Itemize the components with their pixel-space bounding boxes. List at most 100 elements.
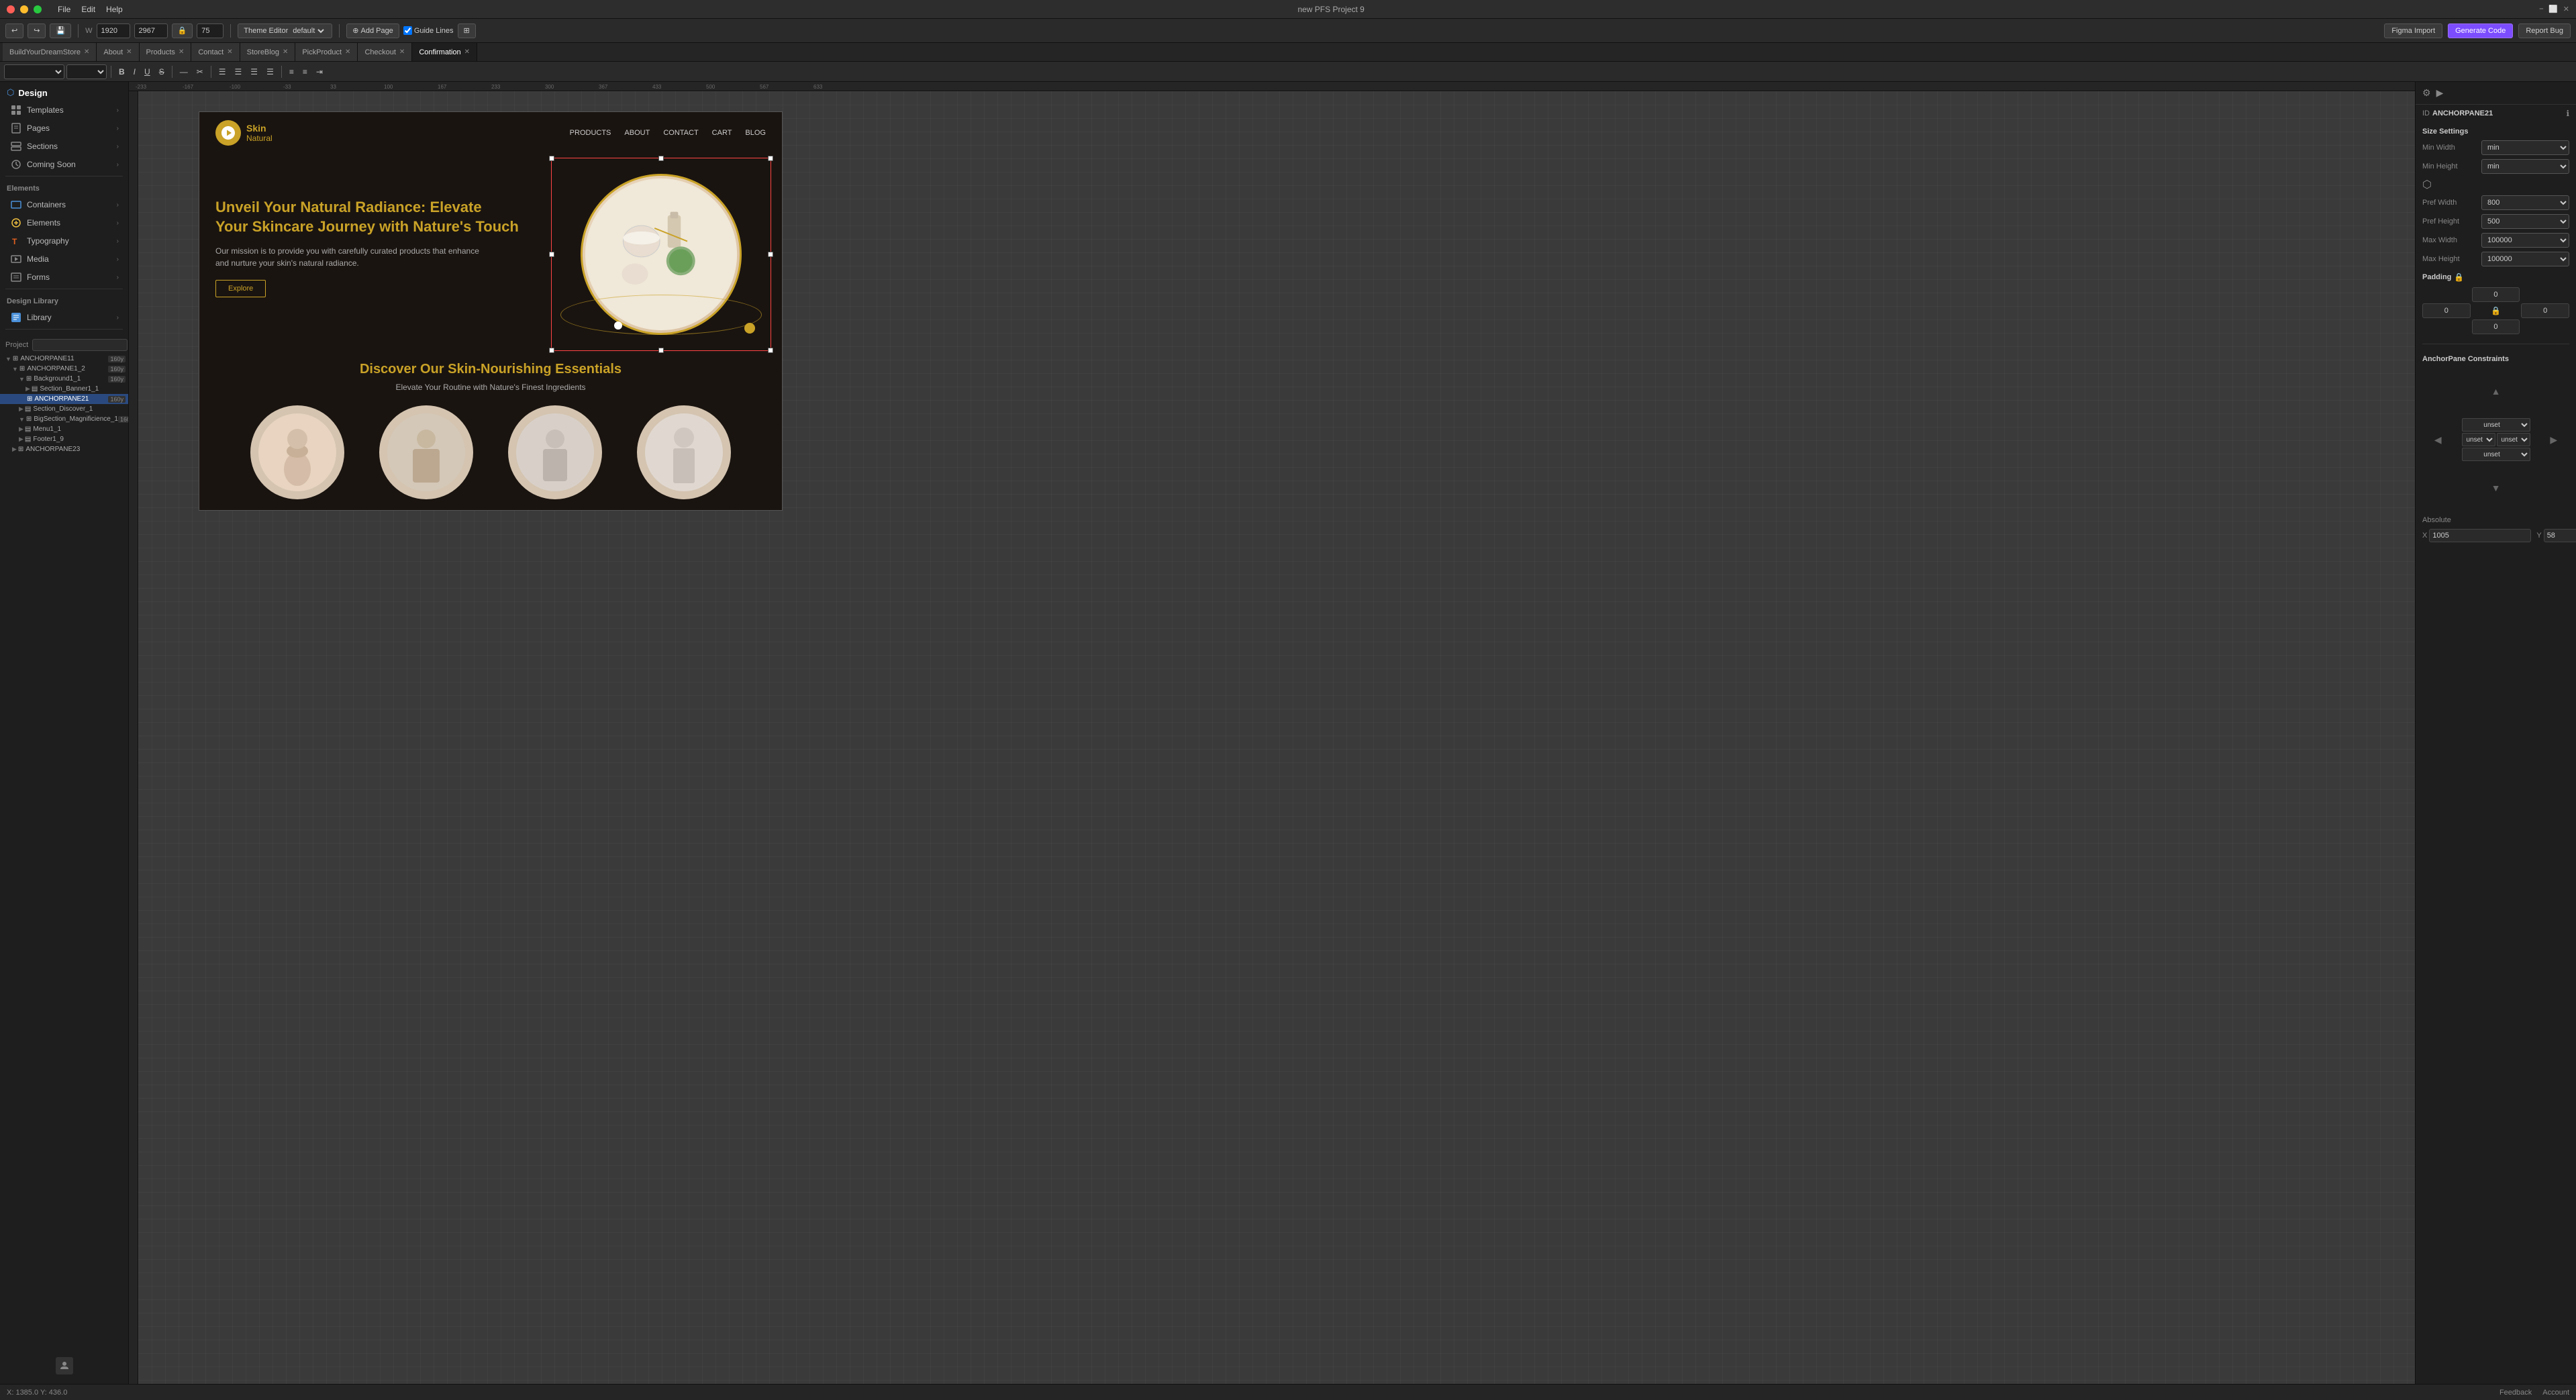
- guide-lines-checkbox[interactable]: [403, 26, 412, 35]
- sidebar-item-media[interactable]: Media ›: [3, 250, 126, 268]
- canvas-area[interactable]: -233 -167 -100 -33 33 100 167 233 300 36…: [129, 82, 2415, 1384]
- constraint-right-arrow[interactable]: ▶: [2534, 417, 2574, 462]
- tab-close-products[interactable]: ✕: [179, 48, 184, 56]
- min-width-select[interactable]: min fixed stretch: [2481, 140, 2569, 155]
- close-button[interactable]: [7, 5, 15, 13]
- minimize-button[interactable]: [20, 5, 28, 13]
- tab-close-storeblog[interactable]: ✕: [283, 48, 288, 56]
- explore-button[interactable]: Explore: [215, 280, 266, 297]
- handle-tr[interactable]: [768, 156, 773, 161]
- dash-button[interactable]: —: [177, 64, 191, 79]
- add-page-button[interactable]: ⊕ Add Page: [346, 23, 399, 38]
- sidebar-item-elements[interactable]: Elements ›: [3, 214, 126, 232]
- tree-item-menu1[interactable]: ▶ ▤ Menu1_1: [0, 424, 128, 434]
- abs-y-input[interactable]: [2544, 529, 2576, 542]
- align-left-button[interactable]: ☰: [215, 64, 230, 79]
- tree-item-anchor11[interactable]: ▼ ⊞ ANCHORPANE11 160y: [0, 354, 128, 364]
- constraint-left-select[interactable]: unset: [2462, 433, 2495, 446]
- info-icon[interactable]: ℹ: [2566, 109, 2569, 118]
- account-link[interactable]: Account: [2542, 1389, 2569, 1397]
- feedback-link[interactable]: Feedback: [2499, 1389, 2532, 1397]
- padding-top-input[interactable]: [2472, 287, 2520, 302]
- tree-item-bg1[interactable]: ▼ ⊞ Background1_1 160y: [0, 374, 128, 384]
- tab-close-confirmation[interactable]: ✕: [464, 48, 470, 56]
- sidebar-item-sections[interactable]: Sections ›: [3, 138, 126, 155]
- figma-import-button[interactable]: Figma Import: [2384, 23, 2442, 38]
- menu-edit[interactable]: Edit: [81, 5, 95, 14]
- menu-file[interactable]: File: [58, 5, 70, 14]
- tab-checkout[interactable]: Checkout ✕: [358, 43, 412, 62]
- handle-tl[interactable]: [549, 156, 554, 161]
- tab-storeblog[interactable]: StoreBlog ✕: [240, 43, 296, 62]
- tab-build-dream[interactable]: BuildYourDreamStore ✕: [3, 43, 97, 62]
- tab-contact[interactable]: Contact ✕: [191, 43, 240, 62]
- lock-ratio-button[interactable]: 🔒: [172, 23, 193, 38]
- handle-tm[interactable]: [658, 156, 664, 161]
- sidebar-item-pages[interactable]: Pages ›: [3, 119, 126, 137]
- panel-icon-settings[interactable]: ⚙: [2422, 87, 2431, 99]
- constraint-bottom-select[interactable]: unset 0: [2462, 448, 2530, 461]
- tree-item-sec-discover[interactable]: ▶ ▤ Section_Discover_1: [0, 404, 128, 414]
- generate-code-button[interactable]: Generate Code: [2448, 23, 2513, 38]
- sidebar-item-typography[interactable]: T Typography ›: [3, 232, 126, 250]
- tab-pickproduct[interactable]: PickProduct ✕: [295, 43, 358, 62]
- constraint-right-select[interactable]: unset: [2497, 433, 2530, 446]
- tree-item-anchor21[interactable]: ⊞ ANCHORPANE21 160y: [0, 394, 128, 404]
- height-input[interactable]: [134, 23, 168, 38]
- project-search[interactable]: [32, 339, 128, 351]
- pref-width-select[interactable]: 800: [2481, 195, 2569, 210]
- zoom-input[interactable]: [197, 23, 224, 38]
- constraint-left-arrow[interactable]: ◀: [2418, 417, 2458, 462]
- sidebar-item-coming-soon[interactable]: Coming Soon ›: [3, 156, 126, 173]
- handle-mr[interactable]: [768, 252, 773, 257]
- canvas-content[interactable]: Skin Natural PRODUCTS ABOUT CONTACT CART…: [138, 91, 2415, 1384]
- tab-close-build[interactable]: ✕: [84, 48, 89, 56]
- guide-lines-toggle[interactable]: Guide Lines: [403, 26, 454, 35]
- save-button[interactable]: 💾: [50, 23, 71, 38]
- cut-button[interactable]: ✂: [193, 64, 207, 79]
- sidebar-item-containers[interactable]: Containers ›: [3, 196, 126, 213]
- theme-select[interactable]: default: [290, 26, 326, 36]
- user-icon[interactable]: [56, 1357, 73, 1374]
- indent-button[interactable]: ⇥: [313, 64, 326, 79]
- constraint-top-select[interactable]: unset 0: [2462, 418, 2530, 432]
- tree-item-sec-banner[interactable]: ▶ ▤ Section_Banner1_1: [0, 384, 128, 394]
- maximize-button[interactable]: [34, 5, 42, 13]
- font-family-select[interactable]: [4, 64, 64, 79]
- menu-help[interactable]: Help: [106, 5, 123, 14]
- redo-button[interactable]: ↪: [28, 23, 46, 38]
- padding-left-input[interactable]: [2422, 303, 2471, 318]
- strikethrough-button[interactable]: S: [156, 64, 168, 79]
- abs-x-input[interactable]: [2429, 529, 2531, 542]
- tab-confirmation[interactable]: Confirmation ✕: [412, 43, 477, 62]
- grid-button[interactable]: ⊞: [458, 23, 476, 38]
- tab-close-pickproduct[interactable]: ✕: [345, 48, 350, 56]
- max-height-select[interactable]: 100000: [2481, 252, 2569, 266]
- bullet-list-button[interactable]: ≡: [286, 64, 297, 79]
- tab-products[interactable]: Products ✕: [140, 43, 192, 62]
- max-width-select[interactable]: 100000: [2481, 233, 2569, 248]
- theme-editor-button[interactable]: Theme Editor default: [238, 23, 332, 38]
- bold-button[interactable]: B: [115, 64, 128, 79]
- tab-about[interactable]: About ✕: [97, 43, 139, 62]
- report-bug-button[interactable]: Report Bug: [2518, 23, 2571, 38]
- numbered-list-button[interactable]: ≡: [299, 64, 311, 79]
- panel-icon-preview[interactable]: ▶: [2436, 87, 2444, 99]
- sidebar-item-templates[interactable]: Templates ›: [3, 101, 126, 119]
- constraint-up-arrow[interactable]: ▲: [2461, 368, 2532, 414]
- tree-item-footer1[interactable]: ▶ ▤ Footer1_9: [0, 434, 128, 444]
- pref-height-select[interactable]: 500: [2481, 214, 2569, 229]
- tab-close-contact[interactable]: ✕: [227, 48, 232, 56]
- padding-right-input[interactable]: [2521, 303, 2569, 318]
- tab-close-checkout[interactable]: ✕: [399, 48, 405, 56]
- width-input[interactable]: [97, 23, 130, 38]
- sidebar-item-library[interactable]: Library ›: [3, 309, 126, 326]
- padding-info-icon[interactable]: 🔒: [2454, 272, 2464, 282]
- min-height-select[interactable]: min fixed stretch: [2481, 159, 2569, 174]
- italic-button[interactable]: I: [130, 64, 139, 79]
- tree-item-anchor23[interactable]: ▶ ⊞ ANCHORPANE23: [0, 444, 128, 454]
- resize-icon[interactable]: ⬡: [2422, 178, 2432, 191]
- undo-button[interactable]: ↩: [5, 23, 23, 38]
- tab-close-about[interactable]: ✕: [126, 48, 132, 56]
- sidebar-item-forms[interactable]: Forms ›: [3, 268, 126, 286]
